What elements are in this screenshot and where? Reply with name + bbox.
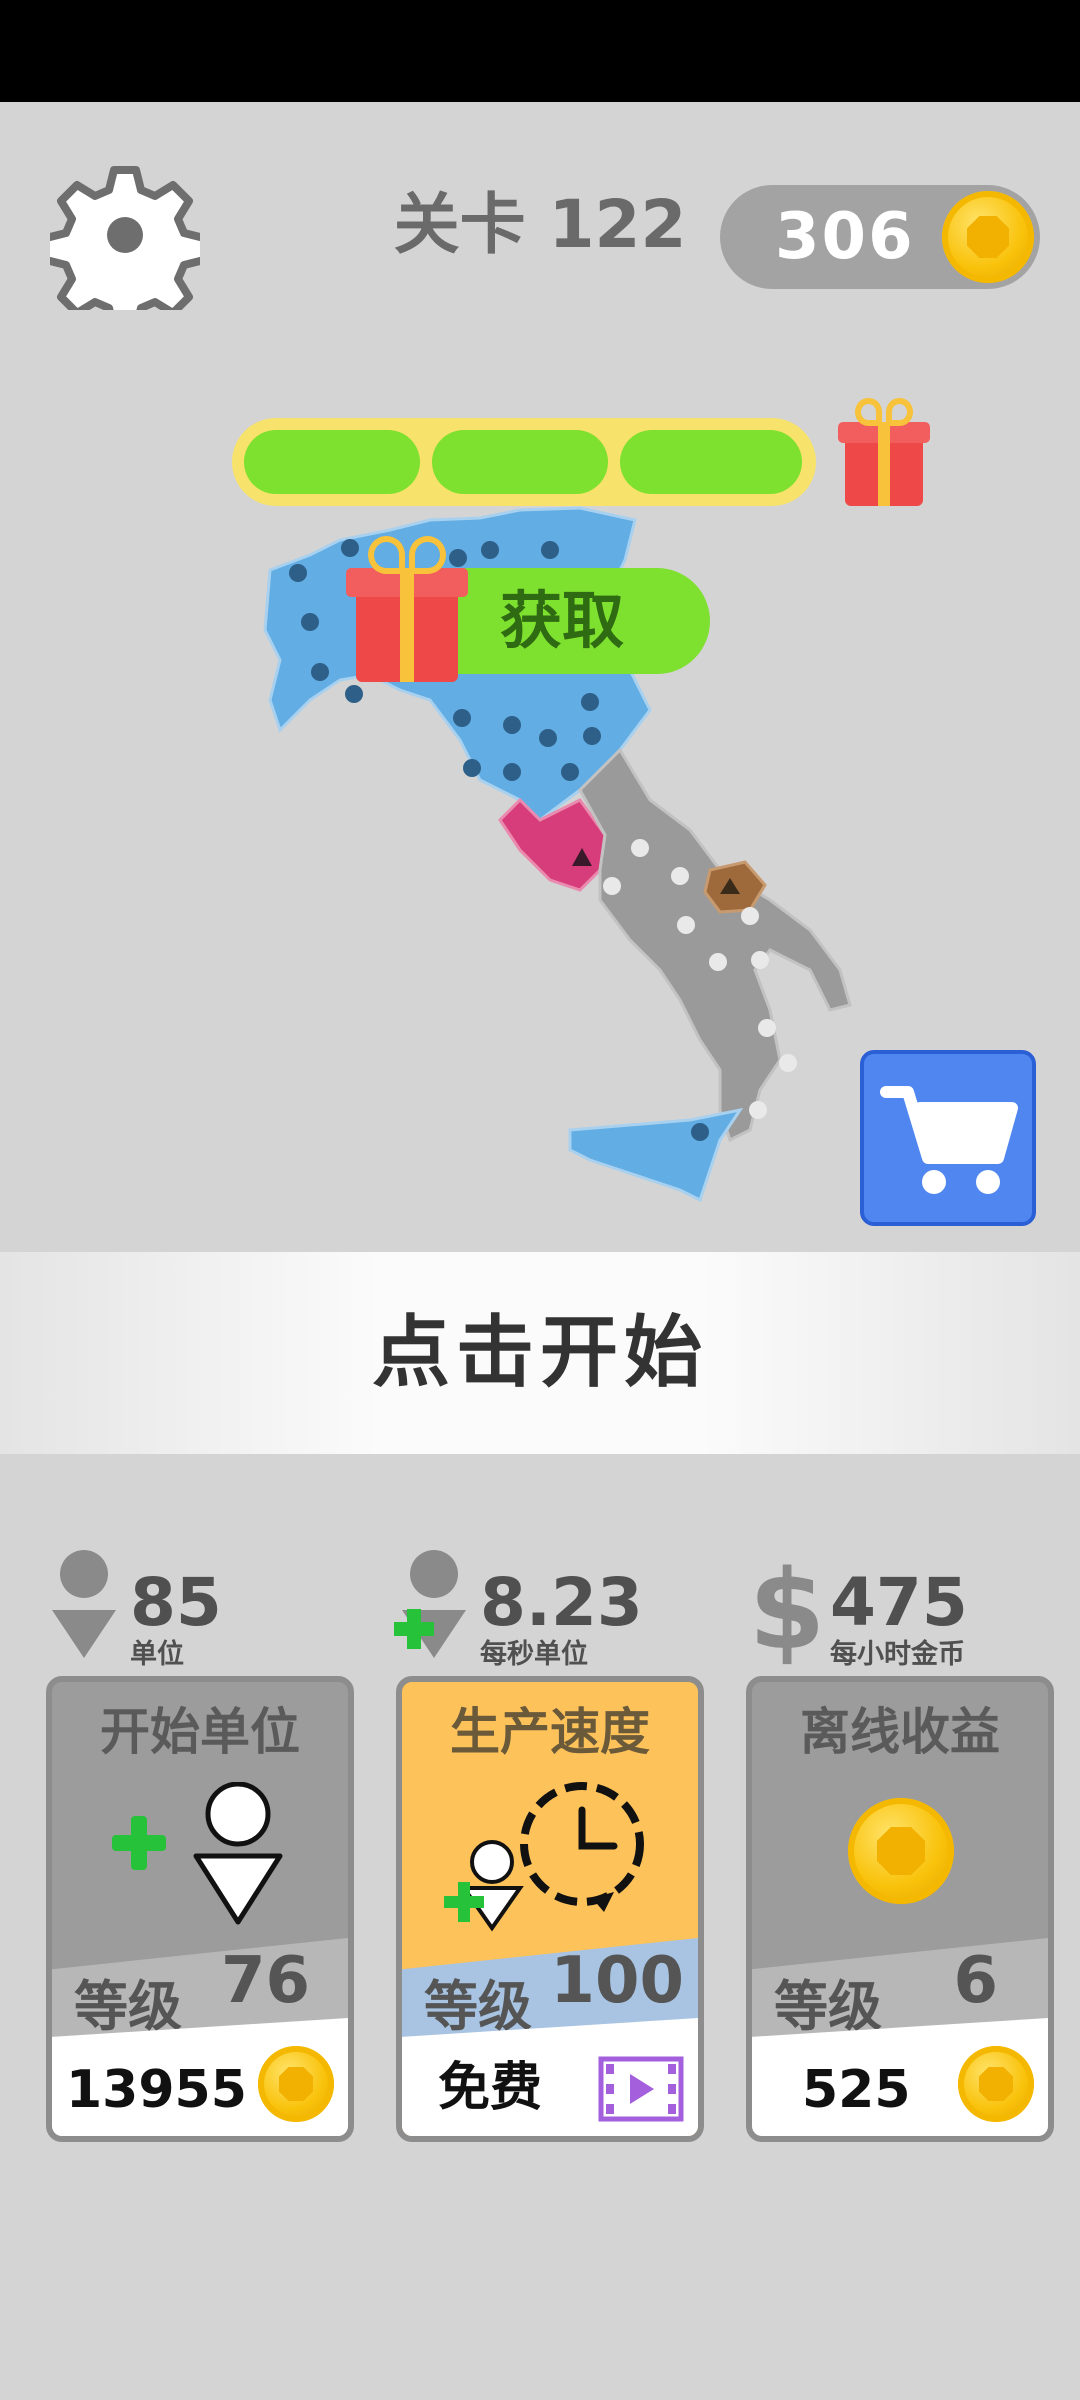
region-player-sicily[interactable] [568, 1107, 744, 1203]
tap-to-start-banner[interactable]: 点击开始 [0, 1252, 1080, 1454]
dollar-icon: $ [749, 1546, 826, 1674]
unit-icon [193, 1782, 283, 1925]
speed-clock-icon [444, 1782, 644, 1932]
card-title: 生产速度 [450, 1703, 650, 1761]
svg-text:$: $ [752, 1548, 822, 1668]
person-arrow-icon [48, 1548, 128, 1668]
coin-count: 306 [775, 200, 915, 274]
upgrade-price: 13955 [66, 2060, 247, 2120]
start-units-card[interactable]: 开始单位 等级 76 13955 [46, 1676, 354, 2142]
card-title: 开始单位 [100, 1703, 300, 1761]
level-label: 等级 [424, 1975, 532, 2038]
gear-icon [42, 166, 208, 332]
production-speed-card[interactable]: 生产速度 等级 100 免费 [396, 1676, 704, 2142]
region-enemy-pink[interactable] [498, 797, 607, 892]
progress-reward-gift-icon[interactable] [838, 398, 930, 506]
level-value: 76 [220, 1944, 310, 2018]
progress-segment [432, 430, 608, 494]
level-value: 6 [953, 1944, 998, 2018]
coin-icon [958, 2046, 1034, 2122]
level-label: 等级 [74, 1975, 182, 2038]
region-neutral-south[interactable] [578, 747, 852, 1143]
status-bar [0, 0, 1080, 102]
level-label: 等级 [774, 1975, 882, 2038]
coin-icon [848, 1798, 954, 1904]
card-title: 离线收益 [800, 1703, 1000, 1761]
stat-offline-caption: 每小时金币 [830, 1639, 965, 1670]
stat-production-caption: 每秒单位 [480, 1639, 588, 1670]
stat-production-value: 8.23 [480, 1564, 643, 1641]
progress-segment [620, 430, 802, 494]
settings-button[interactable] [42, 160, 208, 332]
stat-start-units-caption: 单位 [130, 1639, 184, 1670]
stat-offline-value: 475 [830, 1564, 968, 1641]
claim-button-label: 获取 [500, 584, 625, 657]
plus-icon [112, 1816, 166, 1870]
gift-icon[interactable] [346, 536, 468, 682]
person-plus-icon [392, 1548, 472, 1668]
tap-to-start-label: 点击开始 [371, 1308, 708, 1398]
upgrade-price: 525 [802, 2060, 911, 2120]
level-progress-bar [232, 418, 816, 506]
offline-earnings-card[interactable]: 离线收益 等级 6 525 [746, 1676, 1054, 2142]
coin-balance: 306 [720, 185, 1040, 289]
level-value: 100 [550, 1944, 684, 2018]
shopping-cart-icon [880, 1086, 1018, 1194]
shop-button[interactable] [860, 1050, 1036, 1226]
video-ad-icon [598, 2056, 684, 2122]
coin-icon [942, 191, 1034, 283]
progress-segment [244, 430, 420, 494]
level-label: 关卡 122 [393, 186, 687, 263]
stat-start-units-value: 85 [130, 1564, 222, 1641]
coin-icon [258, 2046, 334, 2122]
free-label: 免费 [438, 2058, 543, 2118]
